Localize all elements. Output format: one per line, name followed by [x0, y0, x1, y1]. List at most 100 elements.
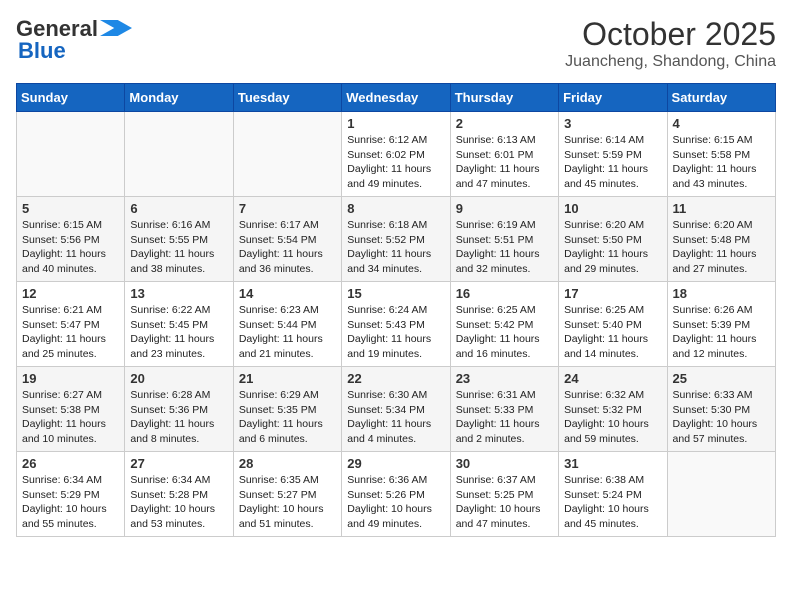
calendar-cell: 3Sunrise: 6:14 AM Sunset: 5:59 PM Daylig… — [559, 112, 667, 197]
cell-daylight-info: Sunrise: 6:28 AM Sunset: 5:36 PM Dayligh… — [130, 388, 227, 447]
calendar-cell: 5Sunrise: 6:15 AM Sunset: 5:56 PM Daylig… — [17, 197, 125, 282]
cell-daylight-info: Sunrise: 6:30 AM Sunset: 5:34 PM Dayligh… — [347, 388, 444, 447]
day-number: 17 — [564, 286, 661, 301]
calendar-cell: 21Sunrise: 6:29 AM Sunset: 5:35 PM Dayli… — [233, 367, 341, 452]
calendar-cell — [667, 452, 775, 537]
calendar-cell: 26 Sunrise: 6:34 AM Sunset: 5:29 PM Dayli… — [17, 452, 125, 537]
title-block: October 2025 Juancheng, Shandong, China — [565, 16, 776, 71]
calendar-cell: 4Sunrise: 6:15 AM Sunset: 5:58 PM Daylig… — [667, 112, 775, 197]
calendar-cell: 31 Sunrise: 6:38 AM Sunset: 5:24 PM Dayli… — [559, 452, 667, 537]
calendar-week-row: 19 Sunrise: 6:27 AM Sunset: 5:38 PM Dayli… — [17, 367, 776, 452]
location: Juancheng, Shandong, China — [565, 53, 776, 71]
day-number: 11 — [673, 201, 770, 216]
cell-daylight-info: Sunrise: 6:22 AM Sunset: 5:45 PM Dayligh… — [130, 303, 227, 362]
day-of-week-header: Tuesday — [233, 84, 341, 112]
day-number: 9 — [456, 201, 553, 216]
calendar-cell: 24Sunrise: 6:32 AM Sunset: 5:32 PM Dayli… — [559, 367, 667, 452]
calendar-cell: 6 Sunrise: 6:16 AM Sunset: 5:55 PM Daylig… — [125, 197, 233, 282]
cell-daylight-info: Sunrise: 6:19 AM Sunset: 5:51 PM Dayligh… — [456, 218, 553, 277]
day-of-week-header: Sunday — [17, 84, 125, 112]
logo-blue: Blue — [18, 38, 66, 64]
calendar-cell: 13Sunrise: 6:22 AM Sunset: 5:45 PM Dayli… — [125, 282, 233, 367]
day-number: 15 — [347, 286, 444, 301]
calendar-week-row: 1Sunrise: 6:12 AM Sunset: 6:02 PM Daylig… — [17, 112, 776, 197]
cell-daylight-info: Sunrise: 6:24 AM Sunset: 5:43 PM Dayligh… — [347, 303, 444, 362]
calendar-cell: 19 Sunrise: 6:27 AM Sunset: 5:38 PM Dayli… — [17, 367, 125, 452]
calendar-cell — [125, 112, 233, 197]
cell-daylight-info: Sunrise: 6:34 AM Sunset: 5:29 PM Dayligh… — [22, 473, 119, 532]
page-header: General Blue October 2025 Juancheng, Sha… — [16, 16, 776, 71]
cell-daylight-info: Sunrise: 6:21 AM Sunset: 5:47 PM Dayligh… — [22, 303, 119, 362]
cell-daylight-info: Sunrise: 6:37 AM Sunset: 5:25 PM Dayligh… — [456, 473, 553, 532]
cell-daylight-info: Sunrise: 6:33 AM Sunset: 5:30 PM Dayligh… — [673, 388, 770, 447]
cell-daylight-info: Sunrise: 6:15 AM Sunset: 5:58 PM Dayligh… — [673, 133, 770, 192]
calendar-cell: 29 Sunrise: 6:36 AM Sunset: 5:26 PM Dayli… — [342, 452, 450, 537]
cell-daylight-info: Sunrise: 6:34 AM Sunset: 5:28 PM Dayligh… — [130, 473, 227, 532]
cell-daylight-info: Sunrise: 6:36 AM Sunset: 5:26 PM Dayligh… — [347, 473, 444, 532]
day-number: 19 — [22, 371, 119, 386]
calendar-cell: 15 Sunrise: 6:24 AM Sunset: 5:43 PM Dayli… — [342, 282, 450, 367]
calendar-week-row: 26 Sunrise: 6:34 AM Sunset: 5:29 PM Dayli… — [17, 452, 776, 537]
cell-daylight-info: Sunrise: 6:26 AM Sunset: 5:39 PM Dayligh… — [673, 303, 770, 362]
day-number: 3 — [564, 116, 661, 131]
calendar-week-row: 5Sunrise: 6:15 AM Sunset: 5:56 PM Daylig… — [17, 197, 776, 282]
calendar-cell: 18 Sunrise: 6:26 AM Sunset: 5:39 PM Dayli… — [667, 282, 775, 367]
day-number: 29 — [347, 456, 444, 471]
calendar-week-row: 12 Sunrise: 6:21 AM Sunset: 5:47 PM Dayli… — [17, 282, 776, 367]
day-number: 23 — [456, 371, 553, 386]
cell-daylight-info: Sunrise: 6:15 AM Sunset: 5:56 PM Dayligh… — [22, 218, 119, 277]
day-number: 31 — [564, 456, 661, 471]
calendar-cell: 11Sunrise: 6:20 AM Sunset: 5:48 PM Dayli… — [667, 197, 775, 282]
day-number: 26 — [22, 456, 119, 471]
cell-daylight-info: Sunrise: 6:20 AM Sunset: 5:50 PM Dayligh… — [564, 218, 661, 277]
day-number: 10 — [564, 201, 661, 216]
day-number: 6 — [130, 201, 227, 216]
cell-daylight-info: Sunrise: 6:25 AM Sunset: 5:42 PM Dayligh… — [456, 303, 553, 362]
day-number: 16 — [456, 286, 553, 301]
calendar-cell: 30 Sunrise: 6:37 AM Sunset: 5:25 PM Dayli… — [450, 452, 558, 537]
day-number: 14 — [239, 286, 336, 301]
cell-daylight-info: Sunrise: 6:16 AM Sunset: 5:55 PM Dayligh… — [130, 218, 227, 277]
calendar-cell: 7Sunrise: 6:17 AM Sunset: 5:54 PM Daylig… — [233, 197, 341, 282]
cell-daylight-info: Sunrise: 6:31 AM Sunset: 5:33 PM Dayligh… — [456, 388, 553, 447]
cell-daylight-info: Sunrise: 6:18 AM Sunset: 5:52 PM Dayligh… — [347, 218, 444, 277]
cell-daylight-info: Sunrise: 6:35 AM Sunset: 5:27 PM Dayligh… — [239, 473, 336, 532]
calendar-cell: 17 Sunrise: 6:25 AM Sunset: 5:40 PM Dayli… — [559, 282, 667, 367]
day-number: 28 — [239, 456, 336, 471]
cell-daylight-info: Sunrise: 6:13 AM Sunset: 6:01 PM Dayligh… — [456, 133, 553, 192]
calendar-cell: 14 Sunrise: 6:23 AM Sunset: 5:44 PM Dayli… — [233, 282, 341, 367]
cell-daylight-info: Sunrise: 6:12 AM Sunset: 6:02 PM Dayligh… — [347, 133, 444, 192]
day-of-week-header: Wednesday — [342, 84, 450, 112]
calendar-cell: 28 Sunrise: 6:35 AM Sunset: 5:27 PM Dayli… — [233, 452, 341, 537]
calendar-cell: 1Sunrise: 6:12 AM Sunset: 6:02 PM Daylig… — [342, 112, 450, 197]
calendar-cell: 2 Sunrise: 6:13 AM Sunset: 6:01 PM Daylig… — [450, 112, 558, 197]
cell-daylight-info: Sunrise: 6:25 AM Sunset: 5:40 PM Dayligh… — [564, 303, 661, 362]
cell-daylight-info: Sunrise: 6:23 AM Sunset: 5:44 PM Dayligh… — [239, 303, 336, 362]
cell-daylight-info: Sunrise: 6:32 AM Sunset: 5:32 PM Dayligh… — [564, 388, 661, 447]
calendar-cell: 23 Sunrise: 6:31 AM Sunset: 5:33 PM Dayli… — [450, 367, 558, 452]
day-number: 8 — [347, 201, 444, 216]
calendar-cell: 25Sunrise: 6:33 AM Sunset: 5:30 PM Dayli… — [667, 367, 775, 452]
day-of-week-header: Saturday — [667, 84, 775, 112]
calendar-cell: 22Sunrise: 6:30 AM Sunset: 5:34 PM Dayli… — [342, 367, 450, 452]
day-of-week-header: Monday — [125, 84, 233, 112]
calendar-cell: 9 Sunrise: 6:19 AM Sunset: 5:51 PM Daylig… — [450, 197, 558, 282]
cell-daylight-info: Sunrise: 6:29 AM Sunset: 5:35 PM Dayligh… — [239, 388, 336, 447]
calendar-cell: 10 Sunrise: 6:20 AM Sunset: 5:50 PM Dayli… — [559, 197, 667, 282]
day-number: 2 — [456, 116, 553, 131]
day-number: 12 — [22, 286, 119, 301]
day-number: 27 — [130, 456, 227, 471]
day-number: 30 — [456, 456, 553, 471]
calendar-cell: 20Sunrise: 6:28 AM Sunset: 5:36 PM Dayli… — [125, 367, 233, 452]
cell-daylight-info: Sunrise: 6:38 AM Sunset: 5:24 PM Dayligh… — [564, 473, 661, 532]
calendar-table: SundayMondayTuesdayWednesdayThursdayFrid… — [16, 83, 776, 537]
calendar-cell: 12 Sunrise: 6:21 AM Sunset: 5:47 PM Dayli… — [17, 282, 125, 367]
cell-daylight-info: Sunrise: 6:27 AM Sunset: 5:38 PM Dayligh… — [22, 388, 119, 447]
logo-icon — [100, 19, 132, 37]
calendar-cell — [233, 112, 341, 197]
calendar-cell: 27 Sunrise: 6:34 AM Sunset: 5:28 PM Dayli… — [125, 452, 233, 537]
day-number: 18 — [673, 286, 770, 301]
day-of-week-header: Friday — [559, 84, 667, 112]
calendar-cell: 16 Sunrise: 6:25 AM Sunset: 5:42 PM Dayli… — [450, 282, 558, 367]
logo: General Blue — [16, 16, 132, 64]
